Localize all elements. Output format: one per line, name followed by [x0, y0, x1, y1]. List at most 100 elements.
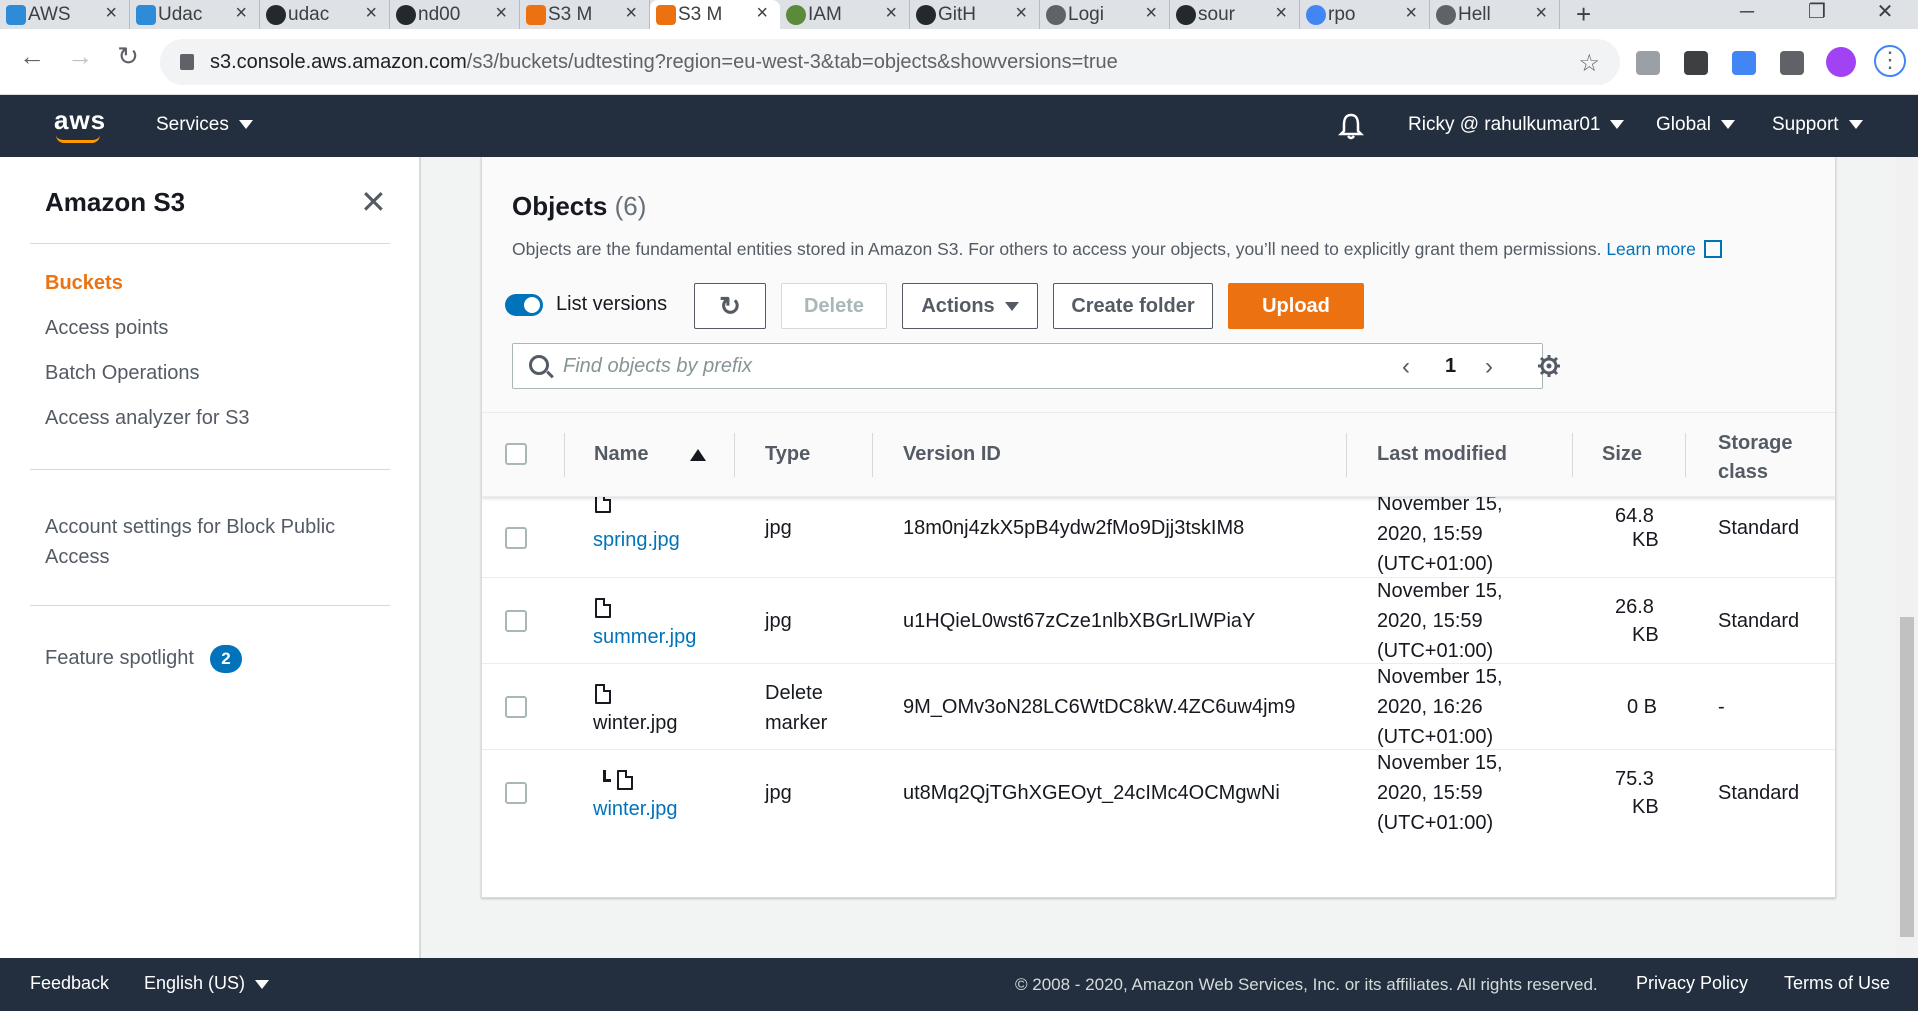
- close-icon[interactable]: ×: [625, 2, 637, 25]
- gear-icon[interactable]: [1537, 354, 1561, 378]
- list-versions-toggle[interactable]: [505, 294, 543, 316]
- close-icon[interactable]: ×: [1145, 2, 1157, 25]
- browser-tab[interactable]: Hell ×: [1430, 0, 1560, 29]
- browser-tab[interactable]: Logi ×: [1040, 0, 1170, 29]
- browser-tab[interactable]: GitH ×: [910, 0, 1040, 29]
- sidebar-item-access-analyzer[interactable]: Access analyzer for S3: [45, 407, 250, 430]
- browser-tab[interactable]: rpo ×: [1300, 0, 1430, 29]
- bell-icon[interactable]: [1338, 112, 1364, 140]
- column-header-name[interactable]: Name: [594, 443, 648, 466]
- scrollbar-thumb[interactable]: [1900, 617, 1914, 937]
- object-name-link[interactable]: summer.jpg: [593, 622, 696, 652]
- menu-kebab-icon[interactable]: ⋮: [1874, 45, 1906, 77]
- maximize-icon[interactable]: ❐: [1792, 0, 1842, 29]
- address-bar[interactable]: s3.console.aws.amazon.com/s3/buckets/udt…: [160, 39, 1620, 85]
- puzzle-icon[interactable]: [1780, 51, 1804, 75]
- reload-icon[interactable]: ↻: [108, 41, 148, 72]
- column-header-storage-class[interactable]: Storage class: [1718, 429, 1792, 487]
- close-icon[interactable]: ×: [885, 2, 897, 25]
- actions-button[interactable]: Actions: [902, 283, 1038, 329]
- object-name-link[interactable]: winter.jpg: [593, 794, 678, 824]
- sidebar-item-feature-spotlight[interactable]: Feature spotlight 2: [45, 645, 242, 673]
- account-menu[interactable]: Ricky @ rahulkumar01: [1408, 114, 1625, 136]
- bookmark-star-icon[interactable]: ☆: [1578, 49, 1600, 78]
- back-icon[interactable]: ←: [12, 41, 52, 72]
- column-header-size[interactable]: Size: [1602, 443, 1642, 466]
- refresh-button[interactable]: ↻: [694, 283, 766, 329]
- search-input[interactable]: [563, 352, 1463, 380]
- external-link-icon[interactable]: [1703, 240, 1722, 258]
- forward-icon[interactable]: →: [60, 41, 100, 72]
- new-tab-button[interactable]: +: [1560, 0, 1607, 29]
- close-window-icon[interactable]: ✕: [1860, 0, 1910, 29]
- translate-icon[interactable]: [1732, 51, 1756, 75]
- privacy-policy-link[interactable]: Privacy Policy: [1636, 973, 1748, 994]
- learn-more-link[interactable]: Learn more: [1606, 239, 1696, 259]
- support-menu[interactable]: Support: [1772, 114, 1863, 136]
- row-checkbox[interactable]: [505, 696, 527, 718]
- select-all-checkbox[interactable]: [505, 443, 527, 465]
- close-icon[interactable]: ×: [1535, 2, 1547, 25]
- delete-button[interactable]: Delete: [781, 283, 887, 329]
- globe-icon: [1046, 5, 1066, 25]
- column-header-type[interactable]: Type: [765, 443, 810, 466]
- sidebar-item-buckets[interactable]: Buckets: [45, 272, 123, 295]
- services-menu[interactable]: Services: [156, 114, 253, 136]
- storage-class: Standard: [1718, 782, 1800, 804]
- browser-tab[interactable]: AWS ×: [0, 0, 130, 29]
- sidebar-item-batch-operations[interactable]: Batch Operations: [45, 362, 200, 385]
- sidebar-item-account-settings[interactable]: Account settings for Block Public Access: [45, 512, 335, 572]
- close-icon[interactable]: ×: [1275, 2, 1287, 25]
- extension-icon[interactable]: [1636, 51, 1660, 75]
- create-folder-button[interactable]: Create folder: [1053, 283, 1213, 329]
- close-icon[interactable]: ×: [495, 2, 507, 25]
- chevron-left-icon[interactable]: ‹: [1402, 353, 1410, 381]
- column-header-last-modified[interactable]: Last modified: [1377, 443, 1507, 466]
- browser-tab[interactable]: nd00 ×: [390, 0, 520, 29]
- browser-tab[interactable]: Udac ×: [130, 0, 260, 29]
- language-selector[interactable]: English (US): [144, 973, 270, 994]
- qr-code-icon[interactable]: [1684, 51, 1708, 75]
- close-icon[interactable]: ×: [105, 2, 117, 25]
- caret-down-icon: [1848, 120, 1863, 130]
- browser-tab[interactable]: S3 M ×: [520, 0, 650, 29]
- file-icon: [595, 598, 611, 618]
- browser-tab[interactable]: udac ×: [260, 0, 390, 29]
- region-menu[interactable]: Global: [1656, 114, 1735, 136]
- object-name-link[interactable]: spring.jpg: [593, 525, 680, 555]
- column-header-version-id[interactable]: Version ID: [903, 443, 1001, 466]
- feedback-link[interactable]: Feedback: [30, 973, 109, 994]
- close-icon[interactable]: ×: [1015, 2, 1027, 25]
- table-row[interactable]: winter.jpg Delete marker 9M_OMv3oN28LC6W…: [482, 664, 1835, 750]
- github-icon: [396, 5, 416, 25]
- terms-of-use-link[interactable]: Terms of Use: [1784, 973, 1890, 994]
- minimize-icon[interactable]: ─: [1722, 0, 1772, 29]
- column-divider: [1572, 433, 1573, 477]
- close-icon[interactable]: ×: [756, 2, 768, 25]
- object-type: jpg: [765, 517, 792, 539]
- browser-tab-active[interactable]: S3 M ×: [650, 0, 780, 29]
- row-checkbox[interactable]: [505, 527, 527, 549]
- search-field[interactable]: [512, 343, 1543, 389]
- close-icon[interactable]: ✕: [360, 183, 387, 221]
- table-row[interactable]: summer.jpg jpg u1HQieL0wst67zCze1nlbXBGr…: [482, 578, 1835, 664]
- page-number[interactable]: 1: [1445, 355, 1456, 378]
- aws-s3-icon: [656, 5, 676, 25]
- sort-ascending-icon[interactable]: [690, 449, 706, 461]
- sidebar-title: Amazon S3: [45, 187, 186, 217]
- close-icon[interactable]: ×: [235, 2, 247, 25]
- upload-button[interactable]: Upload: [1228, 283, 1364, 329]
- sidebar-item-access-points[interactable]: Access points: [45, 317, 168, 340]
- page-scrollbar[interactable]: [1896, 157, 1918, 958]
- browser-tab[interactable]: sour ×: [1170, 0, 1300, 29]
- row-checkbox[interactable]: [505, 610, 527, 632]
- feature-spotlight-label: Feature spotlight: [45, 647, 194, 669]
- chevron-right-icon[interactable]: ›: [1485, 353, 1493, 381]
- aws-logo[interactable]: aws: [54, 105, 106, 143]
- profile-avatar[interactable]: [1826, 47, 1856, 77]
- close-icon[interactable]: ×: [1405, 2, 1417, 25]
- close-icon[interactable]: ×: [365, 2, 377, 25]
- row-checkbox[interactable]: [505, 782, 527, 804]
- browser-tab[interactable]: IAM ×: [780, 0, 910, 29]
- table-row[interactable]: winter.jpg jpg ut8Mq2QjTGhXGEOyt_24cIMc4…: [482, 750, 1835, 838]
